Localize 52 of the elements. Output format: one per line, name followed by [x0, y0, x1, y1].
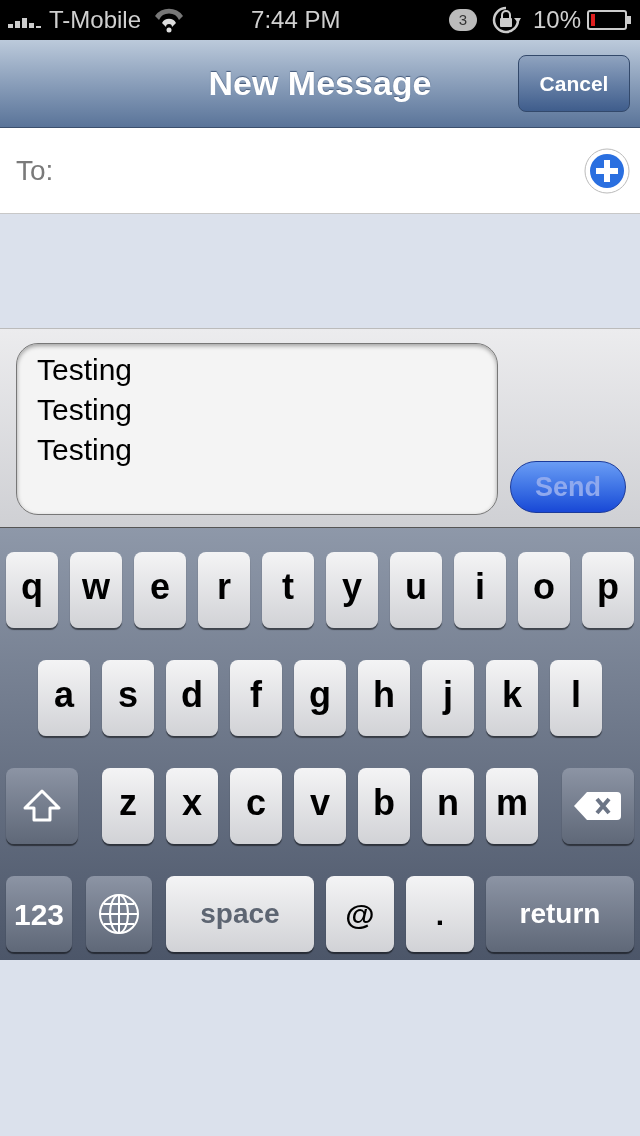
clock-time: 7:44 PM	[251, 5, 341, 35]
globe-icon	[98, 893, 140, 935]
carrier-name: T-Mobile	[49, 5, 142, 35]
delete-icon	[573, 790, 623, 822]
shift-icon	[22, 788, 62, 824]
letter-key[interactable]: r	[198, 552, 250, 628]
backspace-key[interactable]	[562, 768, 634, 844]
add-contact-button[interactable]	[584, 147, 630, 194]
recipient-field[interactable]: To:	[0, 128, 640, 214]
letter-key[interactable]: t	[262, 552, 314, 628]
letter-key[interactable]: s	[102, 660, 154, 736]
rotation-lock-icon	[490, 5, 523, 35]
battery-percent: 10%	[532, 5, 581, 35]
notification-badge: 3	[448, 9, 477, 31]
field-label: To:	[16, 153, 54, 188]
globe-key[interactable]	[86, 876, 152, 952]
letter-key[interactable]: k	[486, 660, 538, 736]
screen-title: New Message	[208, 63, 432, 104]
signal-icon	[8, 18, 41, 28]
letter-key[interactable]: d	[166, 660, 218, 736]
letter-key[interactable]: j	[422, 660, 474, 736]
letter-key[interactable]: i	[454, 552, 506, 628]
letter-key[interactable]: o	[518, 552, 570, 628]
symbol-key[interactable]: .	[406, 876, 474, 952]
cancel-button[interactable]: Cancel	[518, 55, 630, 112]
letter-key[interactable]: w	[70, 552, 122, 628]
letter-key[interactable]: g	[294, 660, 346, 736]
letter-key[interactable]: f	[230, 660, 282, 736]
letter-key[interactable]: n	[422, 768, 474, 844]
message-input[interactable]: Testing Testing Testing	[16, 343, 498, 515]
plus-icon	[584, 147, 630, 194]
letter-key[interactable]: y	[326, 552, 378, 628]
letter-key[interactable]: x	[166, 768, 218, 844]
battery-icon	[587, 10, 632, 30]
letter-key[interactable]: v	[294, 768, 346, 844]
letter-key[interactable]: p	[582, 552, 634, 628]
symbol-key[interactable]: @	[326, 876, 394, 952]
numbers-key[interactable]: 123	[6, 876, 72, 952]
space-key[interactable]: space	[166, 876, 314, 952]
letter-key[interactable]: h	[358, 660, 410, 736]
letter-key[interactable]: m	[486, 768, 538, 844]
letter-key[interactable]: a	[38, 660, 90, 736]
shift-key[interactable]	[6, 768, 78, 844]
letter-key[interactable]: b	[358, 768, 410, 844]
letter-key[interactable]: e	[134, 552, 186, 628]
wifi-icon	[153, 7, 186, 33]
letter-key[interactable]: z	[102, 768, 154, 844]
letter-key[interactable]: u	[390, 552, 442, 628]
return-key[interactable]: return	[486, 876, 634, 952]
letter-key[interactable]: l	[550, 660, 602, 736]
letter-key[interactable]: c	[230, 768, 282, 844]
letter-key[interactable]: q	[6, 552, 58, 628]
